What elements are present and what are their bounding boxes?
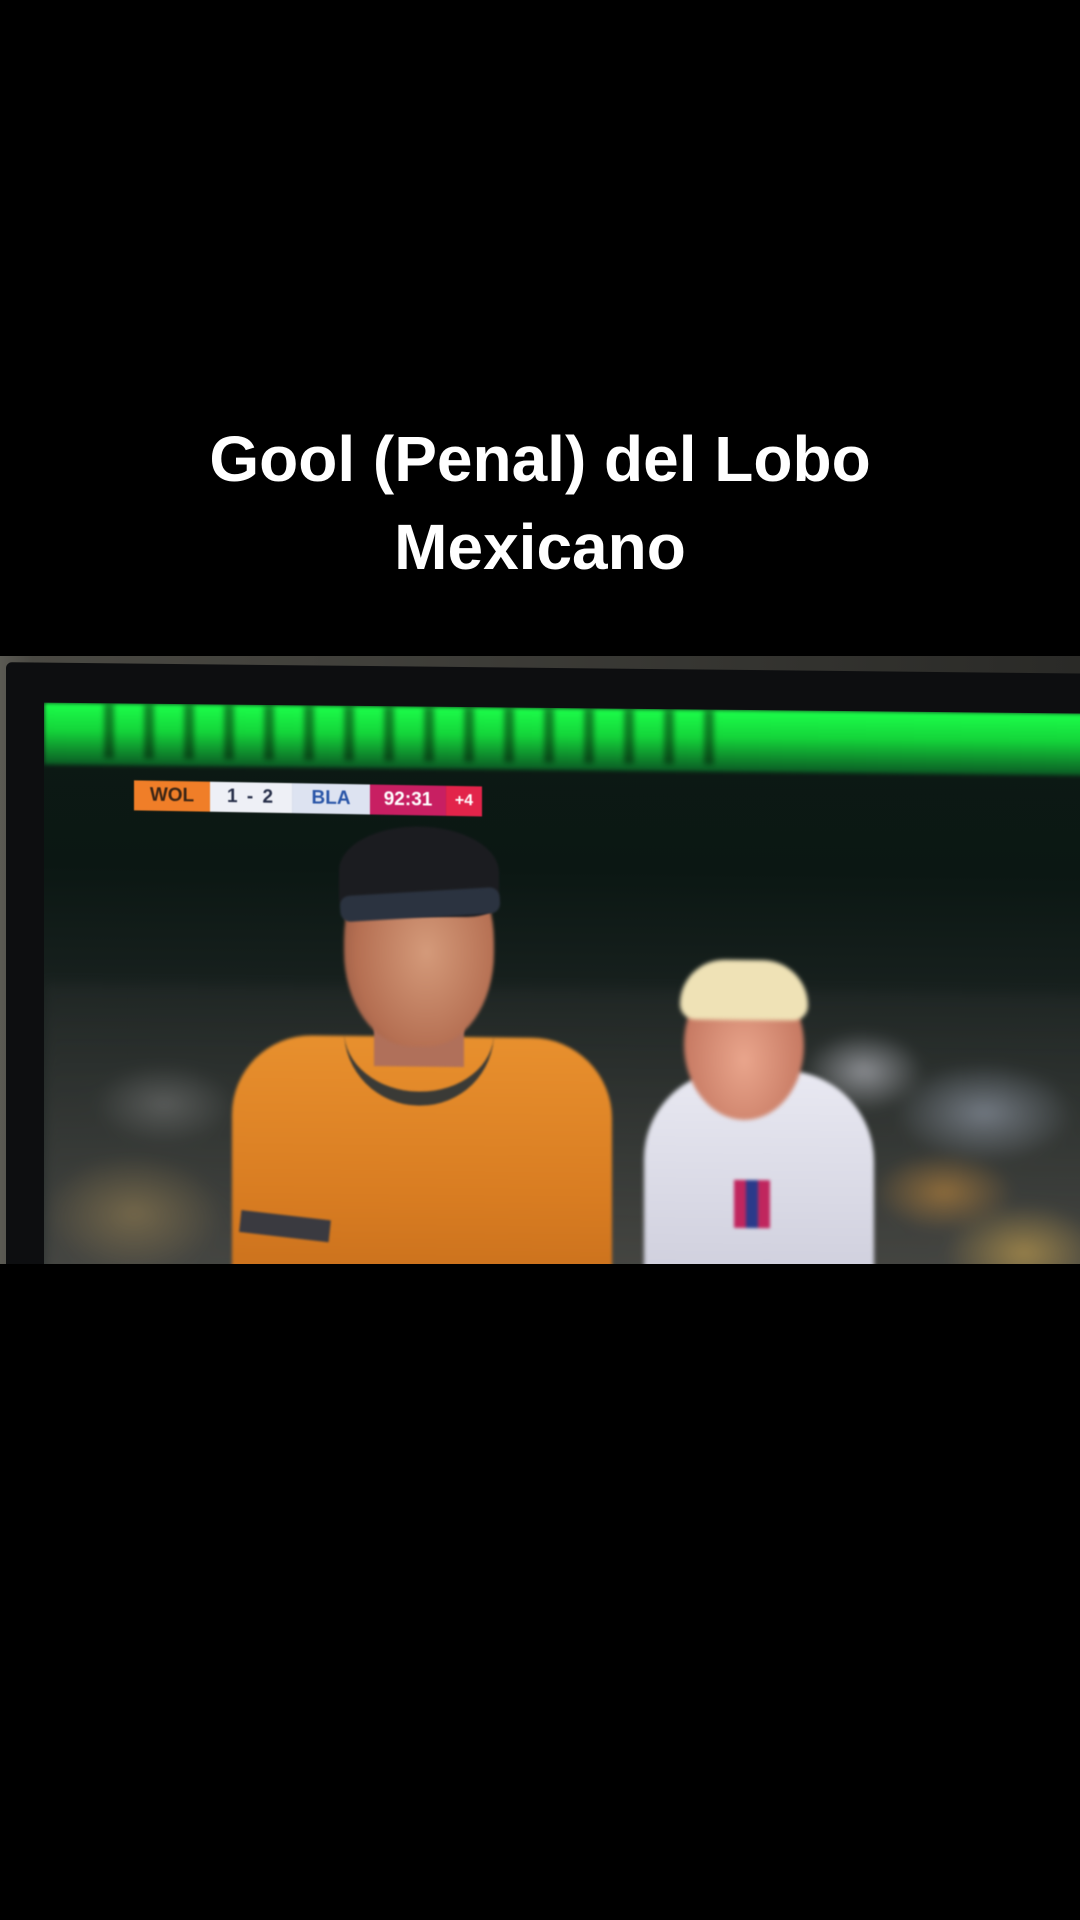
tv-bezel: WOL 1 - 2 BLA 92:31 +4 <box>6 662 1080 1264</box>
home-team-label: WOL <box>134 780 210 812</box>
video-frame: Gool (Penal) del Lobo Mexicano WOL 1 - 2… <box>0 0 1080 1920</box>
banner-pattern <box>104 703 724 765</box>
added-time-badge: +4 <box>446 785 482 817</box>
match-clock: 92:31 <box>370 784 446 816</box>
away-team-label: BLA <box>292 783 370 815</box>
scoreboard: WOL 1 - 2 BLA 92:31 +4 <box>134 780 482 817</box>
video-caption: Gool (Penal) del Lobo Mexicano <box>0 415 1080 591</box>
opponent-player-hair <box>680 959 808 1021</box>
score-label: 1 - 2 <box>210 781 292 814</box>
caption-line-2: Mexicano <box>394 511 686 583</box>
opponent-badge-stripes <box>734 1179 770 1229</box>
tv-photo: WOL 1 - 2 BLA 92:31 +4 <box>0 656 1080 1264</box>
caption-line-1: Gool (Penal) del Lobo <box>209 423 871 495</box>
tv-screen: WOL 1 - 2 BLA 92:31 +4 <box>44 702 1080 1264</box>
